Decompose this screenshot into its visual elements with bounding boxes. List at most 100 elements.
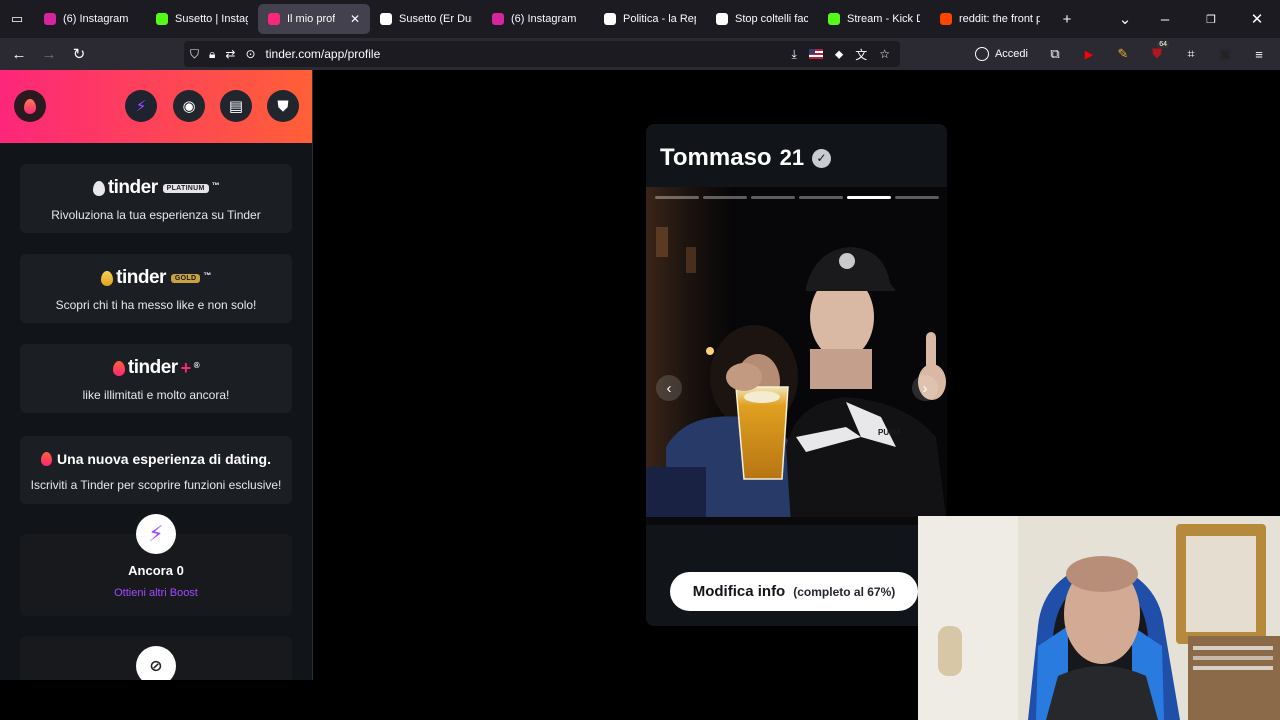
account-button[interactable]: Accedi [967,47,1036,61]
plus-brand: tinder [127,357,178,378]
tab-title: Stop coltelli facili [735,13,808,25]
safety-shield-icon[interactable]: ⛊ [267,90,299,122]
tinder-flame-icon [24,98,36,114]
tab-favicon-icon [604,13,616,25]
dating-title: Una nuova esperienza di dating. [57,451,271,467]
extensions-icon[interactable]: ⧉ [1040,38,1070,70]
boost-lightning-icon[interactable]: ⚡︎ [125,90,157,122]
photo-illustration: PUMA [646,187,947,525]
dating-desc: Iscriviti a Tinder per scoprire funzioni… [30,478,282,492]
boost-circle-lightning-icon: ⚡︎ [136,514,176,554]
trademark-icon: ™ [211,180,220,190]
menu-hamburger-icon[interactable]: ≡ [1244,38,1274,70]
lock-icon[interactable]: 🔒︎ [209,47,215,62]
tab-title: Politica - la Repub [623,13,696,25]
browser-tab[interactable]: Politica - la Repub [594,4,706,34]
shield-icon[interactable]: ⛉ [190,47,199,62]
forward-arrow-icon[interactable]: → [34,38,64,70]
ublock-extension-icon[interactable]: ⛊ 64 [1142,38,1172,70]
crop-extension-icon[interactable]: ⌗ [1176,38,1206,70]
tab-list-icon[interactable]: ▭ [0,0,34,38]
platinum-card[interactable]: tinder PLATINUM ™ Rivoluziona la tua esp… [20,164,292,233]
close-tab-icon[interactable]: ✕ [350,12,360,26]
back-arrow-icon[interactable]: ← [4,38,34,70]
tab-title: Il mio profilo | [287,13,335,25]
plus-flame-icon [112,360,125,376]
plus-desc: like illimitati e molto ancora! [82,388,230,402]
photo-progress-segment[interactable] [799,196,843,199]
sidebar-header: ⚡︎ ◉ ▤ ⛊ [0,70,312,143]
platinum-brand: tinder [107,177,158,198]
restore-window-icon[interactable]: ❐ [1188,0,1234,38]
close-window-icon[interactable]: ✕ [1234,0,1280,38]
webcam-feed [918,516,1280,720]
new-tab-plus-icon[interactable]: + [1050,0,1084,38]
next-photo-chevron-icon[interactable]: › [912,375,938,401]
site-permissions-icon[interactable]: ⇄ [225,47,235,61]
tab-title: (6) Instagram [63,13,129,25]
bookmark-star-icon[interactable]: ☆ [879,47,890,61]
dark-extension-icon[interactable]: ▣ [1210,38,1240,70]
photo-progress-segment[interactable] [847,196,891,199]
tab-bar: ▭ (6) Instagram Susetto | Instagra Il mio … [0,0,1280,38]
gold-tag: GOLD [170,273,201,283]
minimize-window-icon[interactable]: – [1142,0,1188,38]
url-text[interactable]: tinder.com/app/profile [266,47,381,61]
browser-tab[interactable]: reddit: the front p [930,4,1050,34]
account-icon [974,47,989,61]
photo-progress-segment[interactable] [751,196,795,199]
profile-avatar[interactable] [14,90,46,122]
pin-icon[interactable]: ⬥ [835,47,843,62]
platinum-flame-icon [92,180,105,196]
profile-name-line: Tommaso 21 ✓ [660,144,832,172]
accedi-label: Accedi [994,48,1028,60]
browser-tab[interactable]: (6) Instagram [482,4,594,34]
flag-icon[interactable] [808,49,823,59]
passport-suitcase-icon[interactable]: ▤ [220,90,252,122]
location-icon[interactable]: ⊙ [245,47,255,61]
tab-favicon-icon [828,13,840,25]
reload-icon[interactable]: ↻ [64,38,94,70]
browser-tab[interactable]: Il mio profilo | ✕ [258,4,370,34]
plus-card[interactable]: tinder + ® like illimitati e molto ancor… [20,344,292,413]
url-bar[interactable]: ⛉ 🔒︎ ⇄ ⊙ tinder.com/app/profile ⤓ ⬥ 文 ☆ [184,41,900,67]
get-boost-link[interactable]: Ottieni altri Boost [20,587,292,599]
browser-tab[interactable]: Susetto | Instagra [146,4,258,34]
browser-tab[interactable]: Susetto (Er Duro) [370,4,482,34]
translate-icon[interactable]: 文 [855,46,867,63]
profile-photo[interactable]: PUMA [646,187,947,525]
previous-photo-chevron-icon[interactable]: ‹ [656,375,682,401]
tab-title: Susetto | Instagra [175,13,248,25]
extension-badge: 64 [1157,41,1169,48]
browser-tab[interactable]: Stop coltelli facili [706,4,818,34]
hidden-eye-icon[interactable]: ⊘ [136,646,176,680]
photo-progress-segment[interactable] [655,196,699,199]
platinum-tag: PLATINUM [162,183,209,193]
nav-bar: ← → ↻ ⛉ 🔒︎ ⇄ ⊙ tinder.com/app/profile ⤓ … [0,38,1280,70]
tab-favicon-icon [156,13,168,25]
dating-card[interactable]: Una nuova esperienza di dating. Iscrivit… [20,436,292,504]
tab-title: (6) Instagram [511,13,577,25]
browser-tab[interactable]: Stream - Kick Das [818,4,930,34]
tab-favicon-icon [940,13,952,25]
sidebar: ⚡︎ ◉ ▤ ⛊ tinder PLATINUM ™ Rivoluziona l… [0,70,313,680]
gold-desc: Scopri chi ti ha messo like e non solo! [55,298,257,312]
tab-favicon-icon [492,13,504,25]
verified-badge-icon: ✓ [812,148,832,168]
photo-progress-segment[interactable] [703,196,747,199]
youtube-extension-icon[interactable]: ▶ [1074,38,1104,70]
webcam-overlay [918,516,1280,720]
pencil-extension-icon[interactable]: ✎ [1108,38,1138,70]
explore-compass-icon[interactable]: ◉ [173,90,205,122]
gold-brand: tinder [116,267,166,288]
tab-title: Susetto (Er Duro) [399,13,472,25]
photo-progress [655,196,939,199]
gold-card[interactable]: tinder GOLD ™ Scopri chi ti ha messo lik… [20,254,292,323]
browser-tab[interactable]: (6) Instagram [34,4,146,34]
photo-progress-segment[interactable] [895,196,939,199]
edit-info-button[interactable]: Modifica info (completo al 67%) [670,572,918,611]
download-icon[interactable]: ⤓ [792,47,797,62]
tab-favicon-icon [268,13,280,25]
tab-overflow-chevron-icon[interactable]: ⌄ [1108,0,1142,38]
gold-flame-icon [101,270,114,286]
